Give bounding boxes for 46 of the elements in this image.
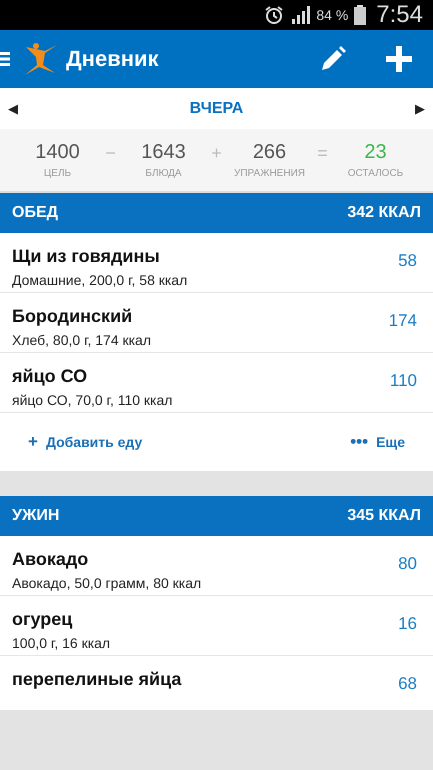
food-calories: 68 <box>398 673 418 695</box>
alarm-icon <box>264 5 284 25</box>
calorie-value: 266 <box>252 141 286 164</box>
food-name[interactable]: Авокадо <box>12 549 202 570</box>
more-button[interactable]: ••• Еще <box>350 428 405 456</box>
remaining-value: 23 <box>364 141 387 164</box>
food-details: Домашние, 200,0 г, 58 ккал <box>12 272 188 288</box>
operator-sign: = <box>316 142 329 164</box>
food-calories: 110 <box>390 370 418 392</box>
food-name[interactable]: яйцо СО <box>12 366 172 387</box>
food-details: 100,0 г, 16 ккал <box>12 635 110 651</box>
calorie-value: 1643 <box>141 141 186 164</box>
battery-icon <box>354 5 366 25</box>
plus-icon <box>386 46 412 72</box>
signal-icon <box>290 6 310 24</box>
food-calories: 174 <box>388 310 418 332</box>
operator-sign: + <box>210 142 223 164</box>
food-details: яйцо СО, 70,0 г, 110 ккал <box>12 392 172 408</box>
meal-total: 345 ККАЛ <box>347 507 421 525</box>
date-label: ВЧЕРА <box>188 100 244 118</box>
food-details: Авокадо, 50,0 грамм, 80 ккал <box>12 575 202 591</box>
summary-label: УПРАЖНЕНИЯ <box>234 168 305 179</box>
calorie-value: 1400 <box>35 141 80 164</box>
operator-sign: − <box>104 142 117 164</box>
add-food-button[interactable]: + Добавить еду <box>28 428 142 456</box>
summary-label: БЛЮДА <box>145 168 182 179</box>
food-name[interactable]: Щи из говядины <box>12 246 188 267</box>
app-title: Дневник <box>66 46 160 72</box>
food-calories: 80 <box>398 553 418 575</box>
food-name[interactable]: огурец <box>12 609 110 630</box>
meal-total: 342 ККАЛ <box>347 204 421 222</box>
battery-level: 84 % <box>316 7 348 23</box>
summary-label: ОСТАЛОСЬ <box>348 168 404 179</box>
previous-day-button[interactable]: ◀ <box>6 101 20 116</box>
food-name[interactable]: Бородинский <box>12 306 152 327</box>
pencil-icon <box>320 46 346 72</box>
food-calories: 58 <box>398 250 418 272</box>
meal-name: УЖИН <box>12 507 60 525</box>
summary-label: ЦЕЛЬ <box>44 168 72 179</box>
food-calories: 16 <box>398 613 418 635</box>
menu-icon[interactable] <box>0 51 10 67</box>
food-details: Хлеб, 80,0 г, 174 ккал <box>12 332 152 348</box>
clock: 7:54 <box>376 1 423 29</box>
next-day-button[interactable]: ▶ <box>413 101 427 116</box>
food-name[interactable]: перепелиные яйца <box>12 669 182 690</box>
meal-name: ОБЕД <box>12 204 58 222</box>
